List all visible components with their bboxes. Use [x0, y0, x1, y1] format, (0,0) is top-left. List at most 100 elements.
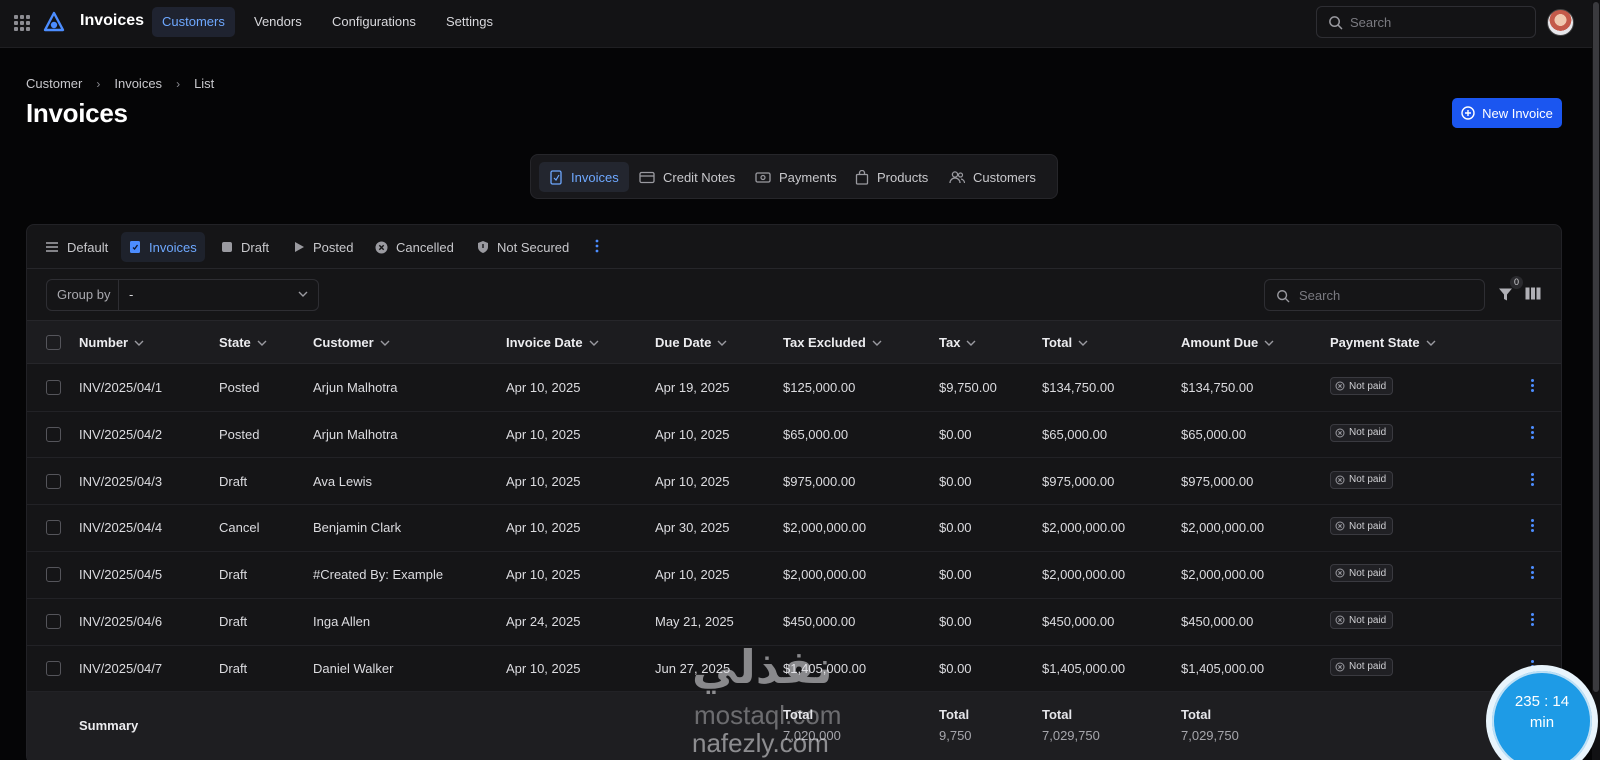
column-header-label: Amount Due — [1181, 335, 1259, 350]
filter-posted[interactable]: Posted — [285, 232, 361, 262]
table-row[interactable]: INV/2025/04/7 Draft Daniel Walker Apr 10, 2… — [27, 645, 1561, 693]
cell-total: $2,000,000.00 — [1042, 567, 1126, 583]
table-row[interactable]: INV/2025/04/5 Draft #Created By: Example Ap… — [27, 551, 1561, 599]
cell-total: $450,000.00 — [1042, 614, 1115, 629]
table-row[interactable]: INV/2025/04/4 Cancel Benjamin Clark Apr 10,… — [27, 504, 1561, 552]
summary-amount-due-value: 7,029,750 — [1181, 728, 1239, 743]
cell-invoice-date: Apr 10, 2025 — [506, 660, 581, 676]
tab-products[interactable]: Products — [845, 162, 938, 192]
cell-amount-due: $2,000,000.00 — [1181, 520, 1265, 536]
column-header-tax[interactable]: Tax — [939, 335, 976, 350]
column-header-label: Tax Excluded — [783, 335, 866, 350]
apps-grid-icon[interactable] — [14, 15, 30, 31]
filter-invoices[interactable]: Invoices — [121, 232, 205, 262]
payment-status-badge: Not paid — [1330, 377, 1394, 395]
column-header-customer[interactable]: Customer — [313, 335, 390, 350]
summary-total-value: 7,029,750 — [1042, 728, 1100, 743]
tab-customers[interactable]: Customers — [939, 162, 1046, 192]
cell-number[interactable]: INV/2025/04/2 — [79, 427, 162, 442]
filter-not-secured[interactable]: Not Secured — [469, 232, 577, 262]
filter-invoices-label: Invoices — [149, 239, 197, 255]
row-checkbox[interactable] — [46, 614, 61, 629]
cell-invoice-date: Apr 10, 2025 — [506, 567, 581, 583]
cell-number[interactable]: INV/2025/04/5 — [79, 567, 162, 582]
cell-number[interactable]: INV/2025/04/1 — [79, 380, 162, 395]
row-actions-menu-icon[interactable] — [1531, 519, 1535, 534]
row-checkbox[interactable] — [46, 520, 61, 536]
filter-cancelled[interactable]: Cancelled — [367, 232, 462, 262]
timer-widget[interactable]: 235 : 14 min — [1486, 665, 1598, 760]
table-search-placeholder: Search — [1299, 288, 1341, 303]
cell-number[interactable]: INV/2025/04/3 — [79, 474, 162, 489]
group-by-value-wrap[interactable]: - — [119, 280, 318, 310]
table-row[interactable]: INV/2025/04/3 Draft Ava Lewis Apr 10, 2025 A… — [27, 458, 1561, 506]
cell-number[interactable]: INV/2025/04/4 — [79, 520, 162, 535]
new-invoice-button[interactable]: New Invoice — [1452, 98, 1562, 128]
table-row[interactable]: INV/2025/04/1 Posted Arjun Malhotra Apr 10,… — [27, 364, 1561, 412]
cell-state: Cancel — [219, 520, 260, 536]
row-checkbox[interactable] — [46, 567, 61, 583]
filter-icon[interactable] — [1498, 287, 1513, 302]
column-header-total[interactable]: Total — [1042, 335, 1088, 350]
cell-tax-excluded: $2,000,000.00 — [783, 567, 867, 583]
group-by-value: - — [129, 287, 134, 302]
cell-tax-excluded: $2,000,000.00 — [783, 520, 867, 536]
column-header-tax-excluded[interactable]: Tax Excluded — [783, 335, 882, 350]
payment-status-label: Not paid — [1349, 474, 1387, 486]
breadcrumb-customer[interactable]: Customer — [26, 76, 82, 91]
column-header-payment-state[interactable]: Payment State — [1330, 335, 1436, 350]
column-header-number[interactable]: Number — [79, 335, 144, 350]
tab-payments[interactable]: Payments — [745, 162, 847, 192]
user-avatar[interactable] — [1547, 9, 1574, 36]
row-actions-menu-icon[interactable] — [1531, 613, 1535, 628]
play-icon — [295, 242, 304, 252]
cell-customer: #Created By: Example — [313, 567, 444, 583]
row-actions-menu-icon[interactable] — [1531, 379, 1535, 394]
breadcrumb-invoices[interactable]: Invoices — [114, 76, 162, 91]
row-checkbox[interactable] — [46, 380, 61, 395]
filter-default[interactable]: Default — [37, 232, 116, 262]
row-checkbox[interactable] — [46, 660, 61, 676]
table-row[interactable]: INV/2025/04/6 Draft Inga Allen Apr 24, 2025… — [27, 598, 1561, 646]
cell-due-date: Apr 10, 2025 — [655, 567, 730, 583]
filter-cancelled-label: Cancelled — [396, 239, 454, 255]
global-search-input[interactable]: Search — [1316, 6, 1536, 38]
tab-credit-notes[interactable]: Credit Notes — [629, 162, 745, 192]
cell-number[interactable]: INV/2025/04/6 — [79, 614, 162, 629]
group-by-select[interactable]: Group by - — [46, 279, 319, 311]
row-actions-menu-icon[interactable] — [1531, 425, 1535, 441]
chevron-down-icon — [380, 340, 390, 346]
x-circle-icon — [375, 241, 388, 253]
payment-status-badge: Not paid — [1330, 470, 1394, 489]
payment-status-badge: Not paid — [1330, 611, 1394, 629]
filter-tabs: Default Invoices Draft Posted Cancelled … — [27, 225, 1561, 269]
nav-customers[interactable]: Customers — [152, 7, 235, 37]
filter-draft[interactable]: Draft — [213, 232, 277, 262]
column-header-due-date[interactable]: Due Date — [655, 335, 727, 350]
more-vertical-icon[interactable] — [595, 238, 599, 254]
nav-vendors[interactable]: Vendors — [244, 7, 312, 37]
chevron-down-icon — [134, 340, 144, 346]
row-checkbox[interactable] — [46, 473, 61, 489]
page-scrollbar[interactable] — [1592, 0, 1600, 760]
cell-number[interactable]: INV/2025/04/7 — [79, 661, 162, 676]
nav-configurations[interactable]: Configurations — [322, 7, 426, 37]
table-row[interactable]: INV/2025/04/2 Posted Arjun Malhotra Apr 10,… — [27, 411, 1561, 459]
row-actions-menu-icon[interactable] — [1531, 566, 1535, 581]
select-all-checkbox[interactable] — [46, 335, 61, 350]
columns-icon[interactable] — [1525, 287, 1541, 300]
row-checkbox[interactable] — [46, 426, 61, 442]
chevron-right-icon: › — [176, 76, 181, 91]
table-search-input[interactable]: Search — [1264, 279, 1485, 311]
tab-invoices[interactable]: Invoices — [539, 162, 629, 192]
column-header-label: Due Date — [655, 335, 712, 350]
column-header-amount-due[interactable]: Amount Due — [1181, 335, 1274, 350]
cell-customer: Arjun Malhotra — [313, 380, 398, 395]
row-actions-menu-icon[interactable] — [1531, 472, 1535, 488]
nav-settings[interactable]: Settings — [436, 7, 503, 37]
cell-invoice-date: Apr 10, 2025 — [506, 473, 581, 489]
cell-state: Draft — [219, 567, 248, 583]
cell-total: $2,000,000.00 — [1042, 520, 1126, 536]
column-header-state[interactable]: State — [219, 335, 267, 350]
column-header-invoice-date[interactable]: Invoice Date — [506, 335, 599, 350]
